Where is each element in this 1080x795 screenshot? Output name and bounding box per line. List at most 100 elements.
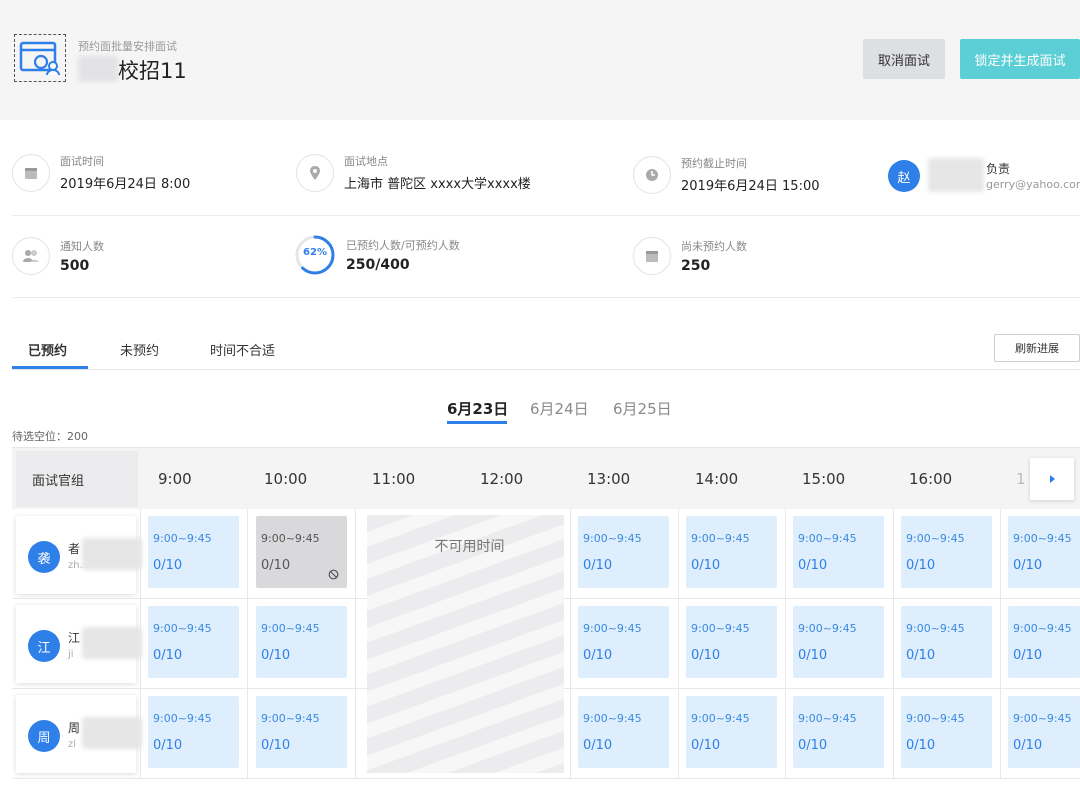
calendar-icon [633, 237, 671, 275]
slot-count: 0/10 [906, 738, 936, 753]
slot-time: 9:00~9:45 [798, 712, 857, 725]
grid-line [678, 509, 679, 779]
deadline-label: 预约截止时间 [681, 157, 747, 170]
time-header: 11:00 [372, 470, 416, 488]
slot-time: 9:00~9:45 [1013, 532, 1072, 545]
owner-role: 负责 [986, 162, 1011, 176]
slot-count: 0/10 [691, 558, 721, 573]
tab-booked[interactable]: 已预约 [28, 340, 67, 359]
time-slot[interactable]: 9:00~9:45 0/10 [148, 606, 239, 678]
booked-label: 已预约人数/可预约人数 [346, 239, 460, 252]
time-header: 16:00 [909, 470, 953, 488]
name-redacted [82, 538, 142, 570]
interviewer-card[interactable]: 袭 者 zh... [16, 516, 142, 594]
slot-time: 9:00~9:45 [906, 622, 965, 635]
slot-time: 9:00~9:45 [261, 712, 320, 725]
time-header: 14:00 [695, 470, 739, 488]
time-slot[interactable]: 9:00~9:45 0/10 [1008, 516, 1080, 588]
time-slot[interactable]: 9:00~9:45 0/10 [256, 606, 347, 678]
interviewer-name: 江 [68, 631, 81, 645]
slot-count: 0/10 [1013, 738, 1043, 753]
date-tab-0624[interactable]: 6月24日 [530, 398, 589, 419]
time-slot[interactable]: 9:00~9:45 0/10 [901, 696, 992, 768]
time-slot[interactable]: 9:00~9:45 0/10 [148, 696, 239, 768]
slot-time: 9:00~9:45 [798, 622, 857, 635]
owner-email: gerry@yahoo.com [986, 178, 1080, 191]
unbooked-value: 250 [681, 258, 711, 274]
grid-line [247, 509, 248, 779]
slot-count: 0/10 [906, 558, 936, 573]
time-slot[interactable]: 9:00~9:45 0/10 [686, 516, 777, 588]
location-pin-icon [296, 153, 334, 192]
slot-time: 9:00~9:45 [153, 622, 212, 635]
pending-slots: 待选空位：200 [12, 430, 88, 443]
calendar-icon [12, 153, 50, 192]
slot-count: 0/10 [261, 738, 291, 753]
time-slot[interactable]: 9:00~9:45 0/10 [793, 606, 884, 678]
slot-time: 9:00~9:45 [1013, 622, 1072, 635]
slot-count: 0/10 [153, 558, 183, 573]
interviewer-name: 者 [68, 542, 81, 556]
slot-count: 0/10 [261, 558, 291, 573]
time-slot[interactable]: 9:00~9:45 0/10 [686, 606, 777, 678]
tab-time-unsuitable[interactable]: 时间不合适 [210, 340, 275, 359]
time-slot[interactable]: 9:00~9:45 0/10 [256, 696, 347, 768]
time-value: 2019年6月24日 8:00 [60, 177, 191, 192]
booked-progress: 62% 已预约人数/可预约人数 250/400 [294, 234, 460, 276]
time-slot[interactable]: 9:00~9:45 0/10 [686, 696, 777, 768]
next-page-button[interactable] [1030, 458, 1074, 500]
owner-info: 赵 负责 gerry@yahoo.com [888, 158, 1080, 194]
tab-not-booked[interactable]: 未预约 [120, 340, 159, 359]
time-header: 15:00 [802, 470, 846, 488]
time-slot-disabled[interactable]: 9:00~9:45 0/10 [256, 516, 347, 588]
interviewer-avatar: 袭 [28, 541, 60, 573]
slot-time: 9:00~9:45 [153, 532, 212, 545]
time-slot[interactable]: 9:00~9:45 0/10 [901, 516, 992, 588]
tab-bar-divider [12, 369, 1080, 370]
time-slot[interactable]: 9:00~9:45 0/10 [578, 696, 669, 768]
slot-time: 9:00~9:45 [583, 532, 642, 545]
slot-time: 9:00~9:45 [153, 712, 212, 725]
interviewer-card[interactable]: 周 周 zl [16, 695, 142, 773]
time-slot[interactable]: 9:00~9:45 0/10 [578, 606, 669, 678]
slot-count: 0/10 [798, 648, 828, 663]
users-icon [12, 237, 50, 275]
interviewer-avatar: 周 [28, 720, 60, 752]
lock-generate-button[interactable]: 锁定并生成面试 [960, 39, 1080, 79]
slot-time: 9:00~9:45 [691, 622, 750, 635]
interviewer-id: ji [68, 649, 74, 660]
location-value: 上海市 普陀区 xxxx大学xxxx楼 [344, 177, 531, 192]
deadline-value: 2019年6月24日 15:00 [681, 179, 820, 194]
slot-count: 0/10 [906, 648, 936, 663]
notify-label: 通知人数 [60, 240, 104, 253]
slot-count: 0/10 [583, 648, 613, 663]
time-slot[interactable]: 9:00~9:45 0/10 [148, 516, 239, 588]
time-header: 13:00 [587, 470, 631, 488]
refresh-progress-button[interactable]: 刷新进展 [994, 334, 1080, 362]
date-tab-0623[interactable]: 6月23日 [447, 398, 508, 419]
interview-location: 面试地点 上海市 普陀区 xxxx大学xxxx楼 [296, 153, 531, 192]
calendar-user-icon [14, 34, 66, 82]
time-slot[interactable]: 9:00~9:45 0/10 [793, 516, 884, 588]
time-header: 10:00 [264, 470, 308, 488]
time-slot[interactable]: 9:00~9:45 0/10 [578, 516, 669, 588]
owner-name-redacted [928, 158, 984, 192]
time-slot[interactable]: 9:00~9:45 0/10 [793, 696, 884, 768]
time-header: 1 [1016, 470, 1026, 488]
slot-time: 9:00~9:45 [583, 622, 642, 635]
interviewer-avatar: 江 [28, 630, 60, 662]
caret-right-icon [1050, 475, 1055, 483]
interview-time: 面试时间 2019年6月24日 8:00 [12, 153, 190, 192]
cancel-interview-button[interactable]: 取消面试 [863, 39, 945, 79]
time-slot[interactable]: 9:00~9:45 0/10 [1008, 606, 1080, 678]
time-slot[interactable]: 9:00~9:45 0/10 [1008, 696, 1080, 768]
time-slot[interactable]: 9:00~9:45 0/10 [901, 606, 992, 678]
slot-time: 9:00~9:45 [261, 622, 320, 635]
interviewer-card[interactable]: 江 江 ji [16, 605, 142, 683]
slot-time: 9:00~9:45 [906, 712, 965, 725]
slot-count: 0/10 [153, 738, 183, 753]
slot-time: 9:00~9:45 [583, 712, 642, 725]
date-tab-0625[interactable]: 6月25日 [613, 398, 672, 419]
slot-count: 0/10 [691, 648, 721, 663]
group-column-header: 面试官组 [16, 451, 138, 507]
